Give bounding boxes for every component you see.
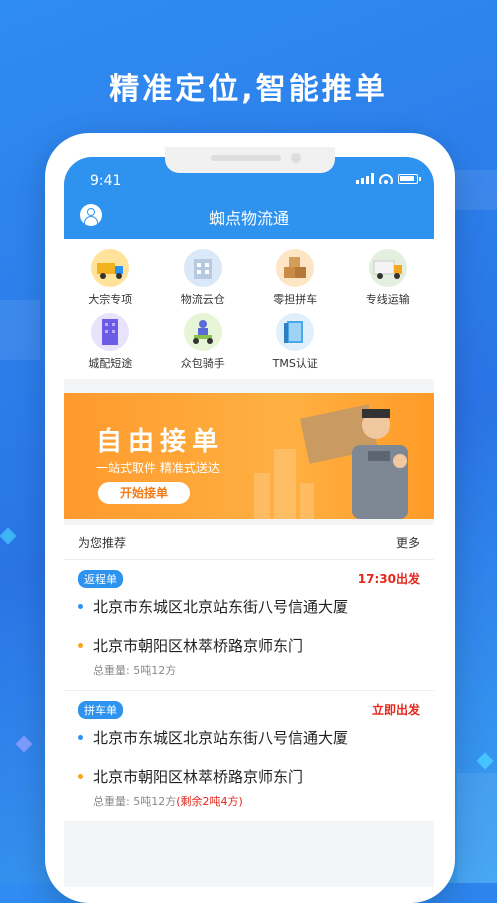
- recommend-title: 为您推荐: [78, 535, 127, 550]
- origin-address-row: 北京市东城区北京站东街八号信通大厦: [78, 596, 420, 617]
- wifi-icon: [379, 173, 393, 184]
- city-building-icon: [91, 313, 130, 351]
- cloud-warehouse-icon: [183, 249, 222, 287]
- tms-book-icon: [276, 313, 315, 351]
- decorative-cube: [0, 527, 17, 545]
- courier-with-box-illustration: [299, 404, 408, 519]
- service-tms-cert[interactable]: TMS认证: [249, 313, 342, 371]
- service-grid: 大宗专项 物流云仓 零担拼车 专线运输 城配短途 众包骑手 TMS认证: [64, 239, 434, 379]
- destination-address: 北京市朝阳区林萃桥路京师东门: [93, 637, 304, 655]
- destination-dot-icon: [78, 774, 83, 779]
- service-label: 零担拼车: [273, 293, 318, 306]
- service-ltl[interactable]: 零担拼车: [249, 249, 342, 307]
- front-camera: [291, 153, 301, 163]
- background-skyline-left: [0, 300, 40, 360]
- destination-dot-icon: [78, 643, 83, 648]
- weight-value: 5吨12方: [133, 795, 177, 808]
- battery-icon: [398, 173, 421, 184]
- departure-time: 17:30出发: [357, 572, 420, 586]
- origin-address-row: 北京市东城区北京站东街八号信通大厦: [78, 727, 420, 748]
- app-title: 蜘点物流通: [208, 209, 289, 228]
- order-type-badge: 返程单: [78, 570, 123, 588]
- service-label: TMS认证: [272, 357, 318, 370]
- background-skyline-bottom-right: [457, 773, 497, 883]
- destination-address-row: 北京市朝阳区林萃桥路京师东门: [78, 766, 420, 787]
- service-bulk[interactable]: 大宗专项: [64, 249, 157, 307]
- promo-banner[interactable]: 自由接单 一站式取件 精准式送达 开始接单: [64, 393, 434, 519]
- start-taking-orders-button[interactable]: 开始接单: [98, 482, 190, 504]
- speaker-grille: [211, 155, 281, 161]
- service-line-transport[interactable]: 专线运输: [342, 249, 435, 307]
- more-link[interactable]: 更多: [396, 534, 420, 551]
- status-icons: [356, 173, 421, 184]
- service-crowd-rider[interactable]: 众包骑手: [157, 313, 250, 371]
- departure-time: 立即出发: [371, 703, 420, 717]
- origin-dot-icon: [78, 604, 83, 609]
- recommend-header: 为您推荐 更多: [64, 525, 434, 560]
- parcel-boxes-icon: [276, 249, 315, 287]
- destination-address-row: 北京市朝阳区林萃桥路京师东门: [78, 635, 420, 656]
- decorative-cube: [476, 752, 494, 770]
- service-label: 物流云仓: [180, 293, 225, 306]
- service-cloud-warehouse[interactable]: 物流云仓: [157, 249, 250, 307]
- scooter-rider-icon: [183, 313, 222, 351]
- service-label: 众包骑手: [180, 357, 225, 370]
- weight-label: 总重量:: [93, 664, 130, 677]
- order-weight: 总重量: 5吨12方(剩余2吨4方): [93, 793, 420, 809]
- origin-dot-icon: [78, 735, 83, 740]
- origin-address: 北京市东城区北京站东街八号信通大厦: [93, 729, 349, 747]
- order-type-badge: 拼车单: [78, 701, 123, 719]
- weight-label: 总重量:: [93, 795, 130, 808]
- phone-frame: 9:41 蜘点物流通 大宗专项 物流云仓 零担拼车 专线运输 城配短途 众包骑手…: [45, 133, 455, 903]
- bulk-truck-icon: [91, 249, 130, 287]
- recommend-section: 为您推荐 更多 返程单 17:30出发 北京市东城区北京站东街八号信通大厦 北京…: [64, 525, 434, 822]
- order-weight: 总重量: 5吨12方: [93, 662, 420, 678]
- phone-notch: [165, 147, 335, 173]
- decorative-cube: [15, 735, 33, 753]
- service-label: 城配短途: [88, 357, 133, 370]
- remaining-capacity: (剩余2吨4方): [176, 795, 243, 808]
- banner-skyline: [274, 449, 296, 519]
- app-screen: 9:41 蜘点物流通 大宗专项 物流云仓 零担拼车 专线运输 城配短途 众包骑手…: [64, 157, 434, 887]
- service-label: 大宗专项: [88, 293, 133, 306]
- order-card[interactable]: 拼车单 立即出发 北京市东城区北京站东街八号信通大厦 北京市朝阳区林萃桥路京师东…: [64, 691, 434, 822]
- service-city-delivery[interactable]: 城配短途: [64, 313, 157, 371]
- destination-address: 北京市朝阳区林萃桥路京师东门: [93, 768, 304, 786]
- background-skyline-right: [455, 170, 497, 210]
- banner-subtitle: 一站式取件 精准式送达: [96, 461, 220, 475]
- signal-icon: [356, 173, 374, 184]
- weight-value: 5吨12方: [133, 664, 177, 677]
- order-card[interactable]: 返程单 17:30出发 北京市东城区北京站东街八号信通大厦 北京市朝阳区林萃桥路…: [64, 560, 434, 691]
- service-label: 专线运输: [365, 293, 410, 306]
- status-time: 9:41: [90, 173, 122, 189]
- banner-skyline: [254, 473, 270, 519]
- banner-title: 自由接单: [96, 427, 225, 457]
- origin-address: 北京市东城区北京站东街八号信通大厦: [93, 598, 349, 616]
- delivery-truck-icon: [368, 249, 407, 287]
- promo-headline: 精准定位,智能推单: [109, 72, 388, 107]
